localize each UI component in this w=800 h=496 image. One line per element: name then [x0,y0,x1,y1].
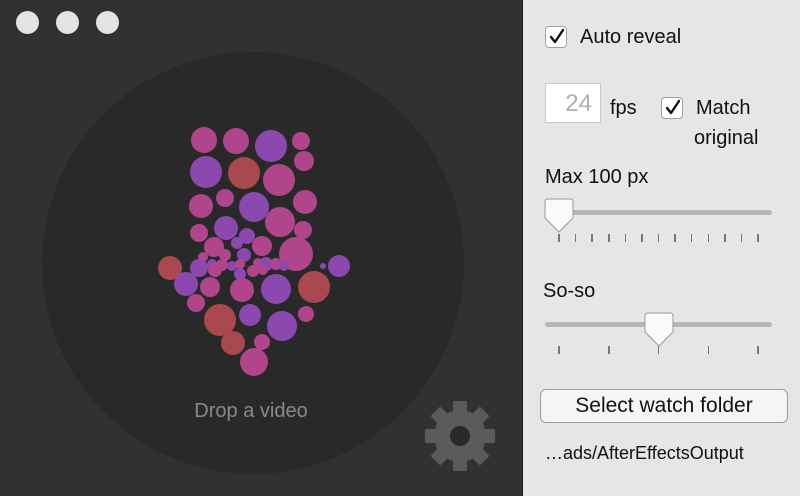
slider-tick [624,234,627,242]
max-size-label: Max 100 px [545,166,649,188]
slider-tick [674,234,676,242]
auto-reveal-checkbox[interactable] [545,26,567,48]
fps-input[interactable]: 24 [545,83,601,123]
arrow-bubble [294,221,312,239]
arrow-bubble [298,271,330,303]
slider-tick [657,234,660,242]
arrow-bubble [189,194,213,218]
arrow-bubble [263,164,295,196]
arrow-bubble [200,277,220,297]
arrow-bubble [265,207,295,237]
arrow-bubble [208,263,222,277]
slider-tick [740,234,743,242]
arrow-bubble [216,189,234,207]
arrow-bubble [239,304,261,326]
slider-tick [757,234,759,242]
match-original-label-line1: Match [696,97,751,119]
watch-folder-path: …ads/AfterEffectsOutput [545,443,744,463]
arrow-bubble [235,259,245,269]
arrow-bubble [228,157,260,189]
arrow-bubble [221,331,245,355]
match-original-checkbox[interactable] [661,97,683,119]
match-original-label-line2: original [694,127,759,149]
arrow-bubble [293,190,317,214]
arrow-bubble [252,236,272,256]
max-size-slider-track[interactable] [545,210,772,215]
slider-tick [608,234,610,242]
drop-panel: Drop a video [0,0,522,496]
slider-tick [757,346,759,354]
arrow-bubble [214,216,238,240]
slider-tick [591,234,593,242]
arrow-bubble [247,265,259,277]
quality-slider-thumb[interactable] [642,312,676,348]
slider-tick [558,346,560,354]
checkmark-icon [665,99,681,115]
slider-tick [724,234,726,242]
max-size-slider-thumb[interactable] [542,198,576,234]
gear-icon[interactable] [424,400,496,472]
arrow-bubble [231,237,243,249]
arrow-bubble [328,255,350,277]
slider-tick [558,234,560,242]
arrow-bubble [230,278,254,302]
checkmark-icon [549,28,565,44]
arrow-bubble [239,192,269,222]
arrow-bubble [258,265,268,275]
quality-label: So-so [543,280,596,302]
arrow-bubble [267,311,297,341]
slider-tick [690,234,693,242]
arrow-bubble [320,263,326,269]
slider-tick [707,346,709,354]
arrow-bubble [240,348,268,376]
arrow-bubble [279,261,289,271]
app-window: Drop a video Auto reveal 24 fps Match or… [0,0,800,496]
slider-tick [641,234,643,242]
slider-tick [707,234,709,242]
select-watch-folder-button[interactable]: Select watch folder [540,389,788,423]
auto-reveal-label: Auto reveal [580,26,682,48]
arrow-bubble [174,272,198,296]
fps-unit-label: fps [610,97,637,119]
arrow-bubble [261,274,291,304]
settings-panel: Auto reveal 24 fps Match original Max 10… [523,0,800,496]
slider-tick [574,234,577,242]
arrow-bubble [187,294,205,312]
arrow-bubble [254,334,270,350]
arrow-bubble [298,306,314,322]
slider-tick [657,346,660,354]
arrow-bubble [292,132,310,150]
slider-tick [608,346,610,354]
arrow-bubble [223,128,249,154]
arrow-bubble [191,127,217,153]
arrow-bubble [190,156,222,188]
arrow-bubble [190,224,208,242]
arrow-bubble [255,130,287,162]
arrow-bubble [294,151,314,171]
